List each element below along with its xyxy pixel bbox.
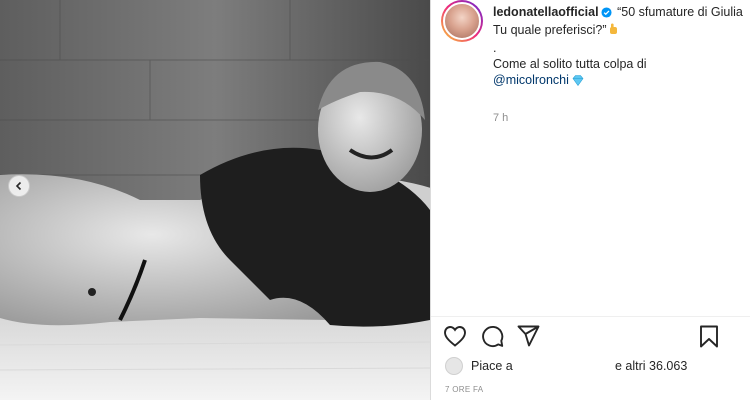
chevron-left-icon — [15, 181, 22, 191]
caption-timestamp: 7 h — [493, 112, 509, 124]
caption-line-2: Tu quale preferisci?” — [493, 23, 607, 37]
post-side-panel: ledonatellaofficial “50 sfumature di Giu… — [431, 0, 750, 400]
caption-line-1: “50 sfumature di Giulia — [617, 5, 743, 19]
post-caption: ledonatellaofficial “50 sfumature di Giu… — [493, 4, 743, 90]
heart-icon[interactable] — [443, 325, 467, 352]
comment-icon[interactable] — [481, 325, 504, 353]
verified-badge-icon — [601, 6, 612, 22]
bookmark-icon[interactable] — [699, 325, 719, 353]
post-actions-bar — [443, 325, 743, 349]
send-icon[interactable] — [517, 325, 540, 352]
caption-mention-link[interactable]: @micolronchi — [493, 73, 569, 87]
author-username[interactable]: ledonatellaofficial — [493, 5, 599, 19]
photo-image — [0, 0, 430, 400]
author-avatar[interactable] — [441, 0, 483, 42]
likes-prefix: Piace a — [471, 359, 513, 373]
carousel-prev-button[interactable] — [8, 175, 30, 197]
caption-line-3: Come al solito tutta colpa di — [493, 57, 647, 71]
likes-summary: Piace a e altri 36.063 — [445, 355, 745, 377]
post-timestamp[interactable]: 7 ORE FA — [445, 385, 483, 394]
gem-emoji — [572, 74, 584, 90]
caption-dot: . — [493, 41, 497, 55]
post-photo[interactable] — [0, 0, 430, 400]
actions-separator — [431, 316, 750, 317]
liker-avatar[interactable] — [445, 357, 463, 375]
likes-count[interactable]: e altri 36.063 — [615, 359, 687, 373]
pointing-hand-emoji — [607, 23, 619, 40]
